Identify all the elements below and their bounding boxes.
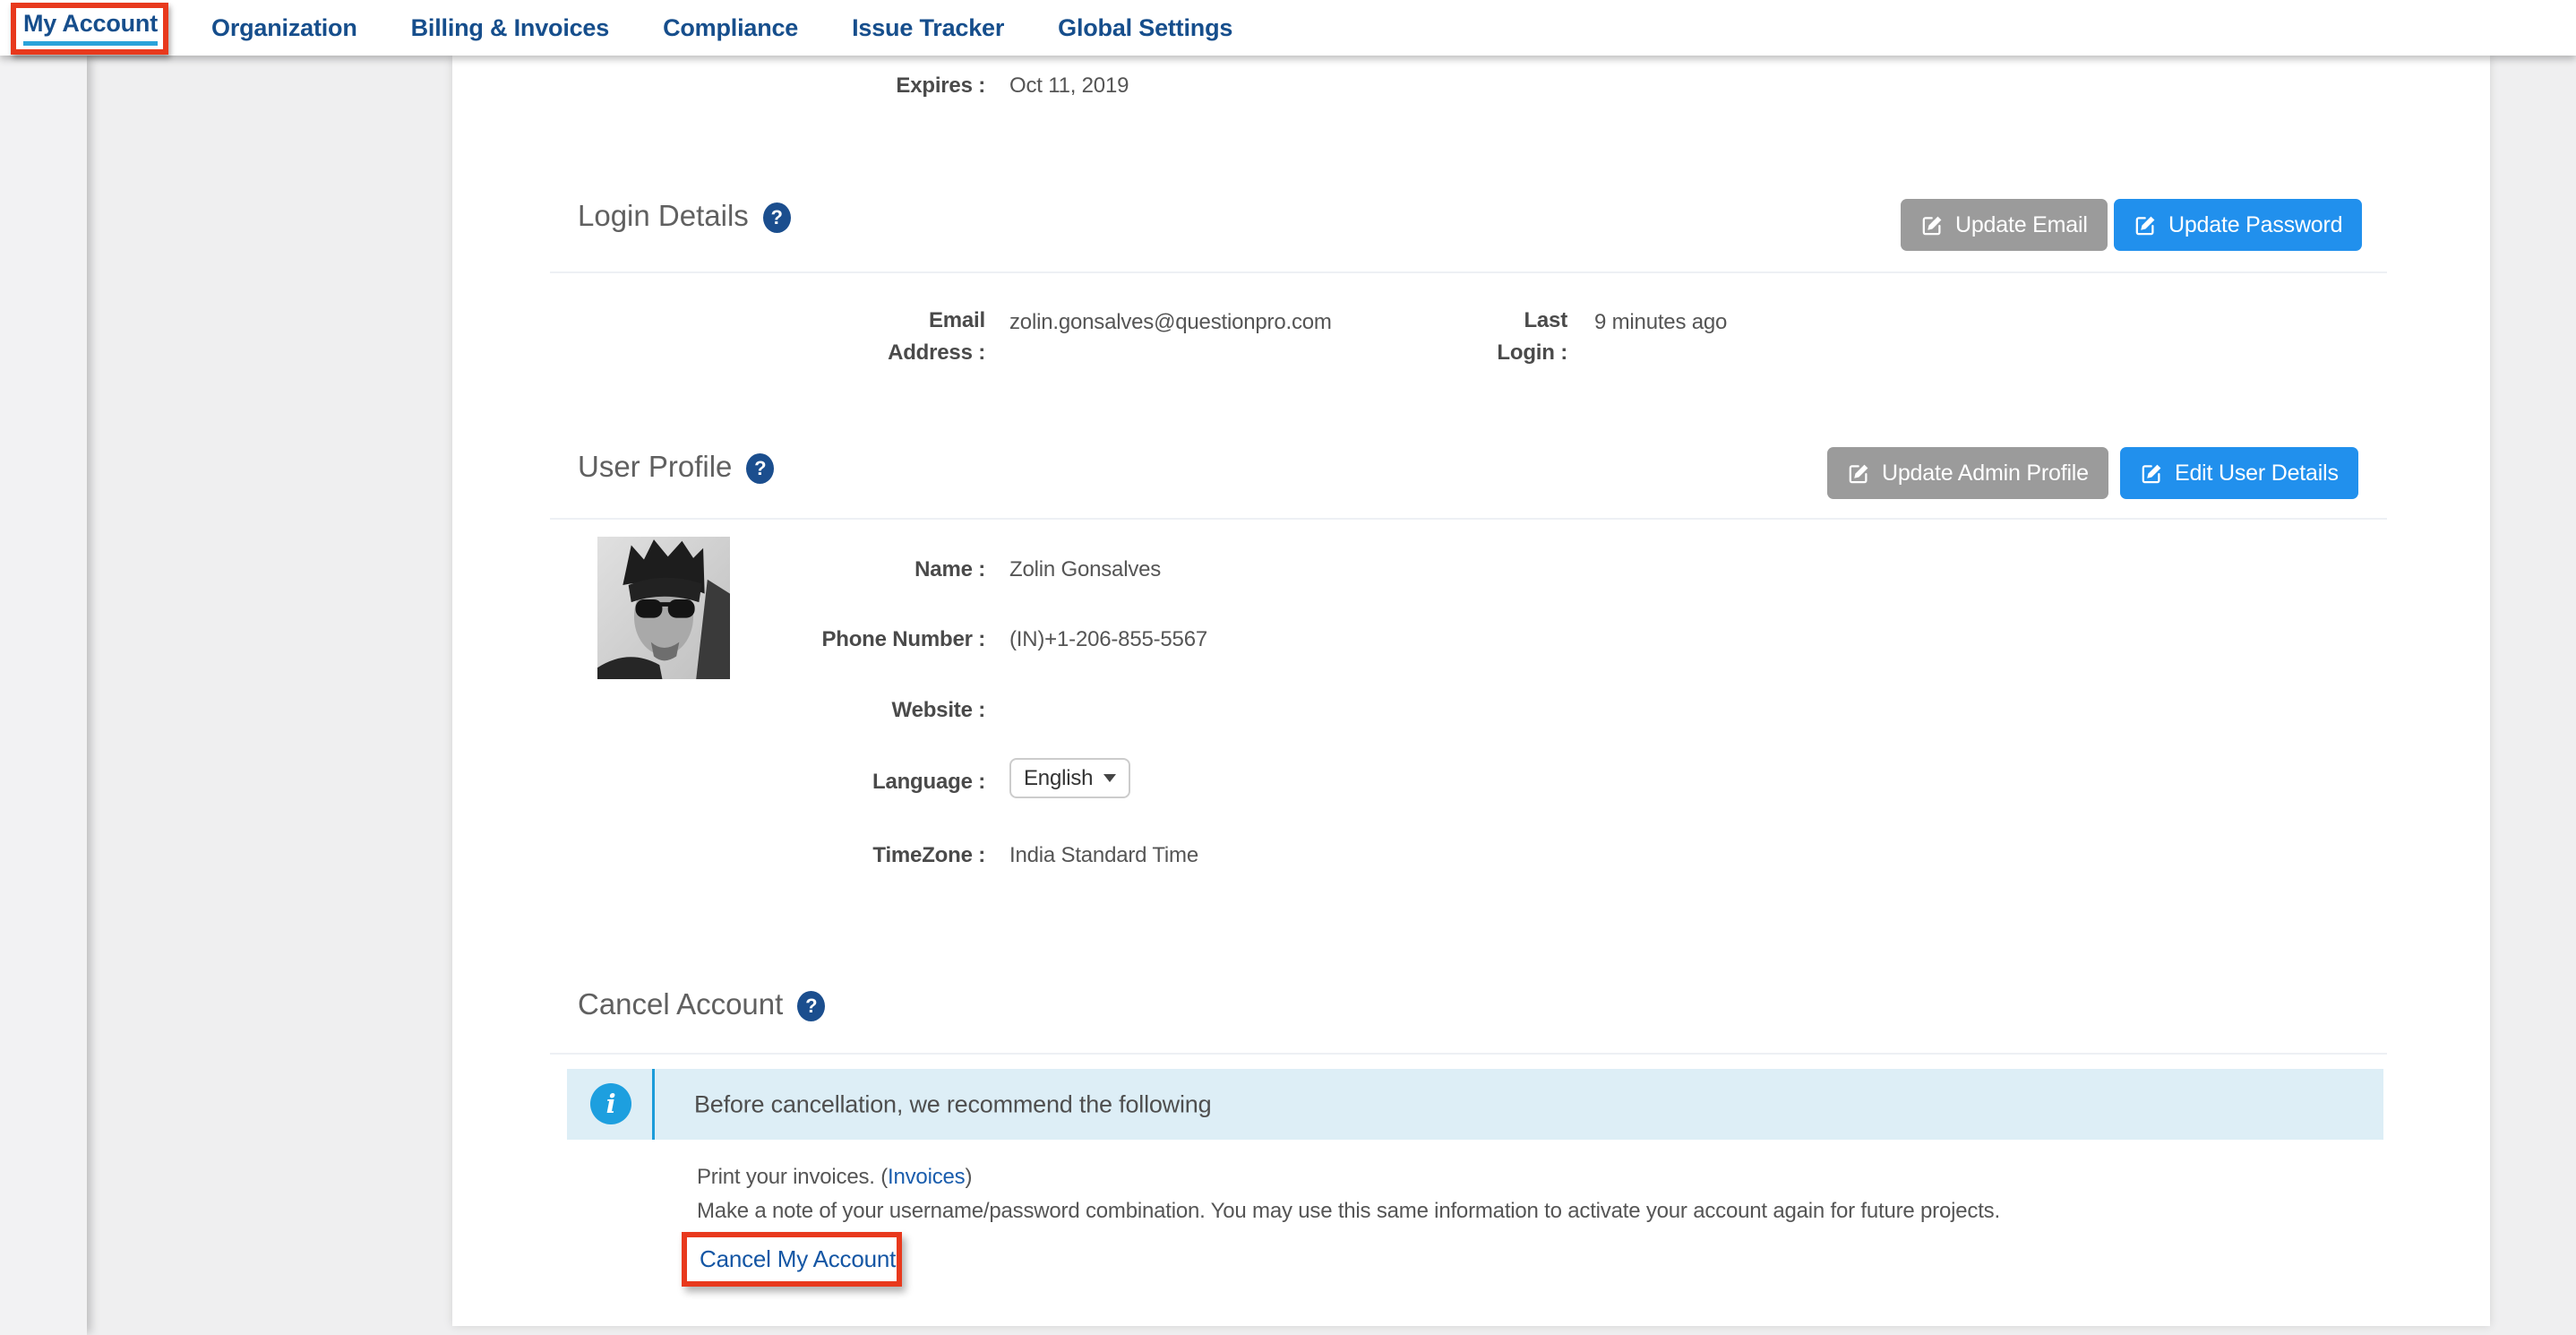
edit-user-details-button[interactable]: Edit User Details xyxy=(2120,447,2358,499)
section-divider xyxy=(550,1053,2387,1055)
update-email-label: Update Email xyxy=(1955,212,2088,238)
info-alert: i Before cancellation, we recommend the … xyxy=(567,1069,2383,1140)
phone-number-label: Phone Number : xyxy=(452,624,985,656)
top-navigation: My Account Organization Billing & Invoic… xyxy=(0,0,2576,56)
help-icon[interactable]: ? xyxy=(763,202,791,233)
print-invoices-line: Print your invoices. (Invoices) xyxy=(697,1165,972,1190)
section-divider xyxy=(550,271,2387,273)
settings-card: Expires : Oct 11, 2019 Login Details ? U… xyxy=(452,56,2490,1326)
update-password-label: Update Password xyxy=(2168,212,2342,238)
expires-value: Oct 11, 2019 xyxy=(1009,70,1129,102)
update-email-button[interactable]: Update Email xyxy=(1901,199,2108,251)
alert-divider xyxy=(652,1069,655,1140)
help-icon[interactable]: ? xyxy=(746,453,774,484)
tab-organization[interactable]: Organization xyxy=(211,0,357,56)
help-icon[interactable]: ? xyxy=(797,991,825,1021)
email-address-value: zolin.gonsalves@questionpro.com xyxy=(1009,306,1332,339)
language-selected-value: English xyxy=(1024,766,1093,791)
last-login-value: 9 minutes ago xyxy=(1594,306,1727,339)
last-login-label: Last Login : xyxy=(1487,305,1567,369)
tab-billing-invoices[interactable]: Billing & Invoices xyxy=(411,0,609,56)
phone-number-value: (IN)+1-206-855-5567 xyxy=(1009,624,1207,656)
edit-icon xyxy=(2134,213,2158,237)
tab-billing-invoices-label: Billing & Invoices xyxy=(411,14,609,42)
edit-icon xyxy=(1920,213,1945,237)
admin-settings-page: My Account Organization Billing & Invoic… xyxy=(0,0,2576,1335)
website-label: Website : xyxy=(452,694,985,727)
timezone-label: TimeZone : xyxy=(452,840,985,872)
update-password-button[interactable]: Update Password xyxy=(2114,199,2362,251)
page-background: Expires : Oct 11, 2019 Login Details ? U… xyxy=(0,56,2576,1335)
username-password-note: Make a note of your username/password co… xyxy=(697,1199,2000,1224)
info-icon: i xyxy=(590,1083,631,1124)
user-profile-title: User Profile ? xyxy=(578,450,774,484)
edit-icon xyxy=(1847,461,1871,486)
settings-tabs: My Account Organization Billing & Invoic… xyxy=(0,0,1232,56)
cancel-account-title: Cancel Account ? xyxy=(578,987,825,1021)
tab-global-settings-label: Global Settings xyxy=(1058,14,1232,42)
tab-my-account[interactable]: My Account xyxy=(23,0,158,56)
tab-compliance[interactable]: Compliance xyxy=(663,0,798,56)
email-address-label: Email Address : xyxy=(878,305,985,369)
annotation-box: Cancel My Account xyxy=(682,1232,902,1287)
tab-global-settings[interactable]: Global Settings xyxy=(1058,0,1232,56)
expires-label: Expires : xyxy=(842,70,985,102)
chevron-down-icon xyxy=(1103,774,1116,782)
language-select[interactable]: English xyxy=(1009,758,1130,798)
login-details-title: Login Details ? xyxy=(578,199,791,233)
alert-title: Before cancellation, we recommend the fo… xyxy=(694,1090,1211,1118)
update-admin-profile-button[interactable]: Update Admin Profile xyxy=(1827,447,2108,499)
edit-icon xyxy=(2140,461,2164,486)
edit-user-details-label: Edit User Details xyxy=(2175,461,2339,487)
tab-organization-label: Organization xyxy=(211,14,357,42)
update-admin-profile-label: Update Admin Profile xyxy=(1882,461,2089,487)
invoices-link[interactable]: Invoices xyxy=(888,1165,965,1189)
left-panel xyxy=(0,56,87,1335)
language-label: Language : xyxy=(452,766,985,798)
print-invoices-text-suffix: ) xyxy=(965,1165,972,1189)
name-label: Name : xyxy=(452,554,985,586)
user-profile-title-text: User Profile xyxy=(578,450,732,484)
cancel-account-title-text: Cancel Account xyxy=(578,987,783,1021)
name-value: Zolin Gonsalves xyxy=(1009,554,1161,586)
tab-issue-tracker-label: Issue Tracker xyxy=(852,14,1004,42)
tab-compliance-label: Compliance xyxy=(663,14,798,42)
print-invoices-text: Print your invoices. ( xyxy=(697,1165,888,1189)
login-details-title-text: Login Details xyxy=(578,199,749,233)
cancel-my-account-link[interactable]: Cancel My Account xyxy=(700,1245,896,1273)
timezone-value: India Standard Time xyxy=(1009,840,1198,872)
tab-issue-tracker[interactable]: Issue Tracker xyxy=(852,0,1004,56)
section-divider xyxy=(550,518,2387,520)
tab-my-account-label: My Account xyxy=(23,10,158,46)
